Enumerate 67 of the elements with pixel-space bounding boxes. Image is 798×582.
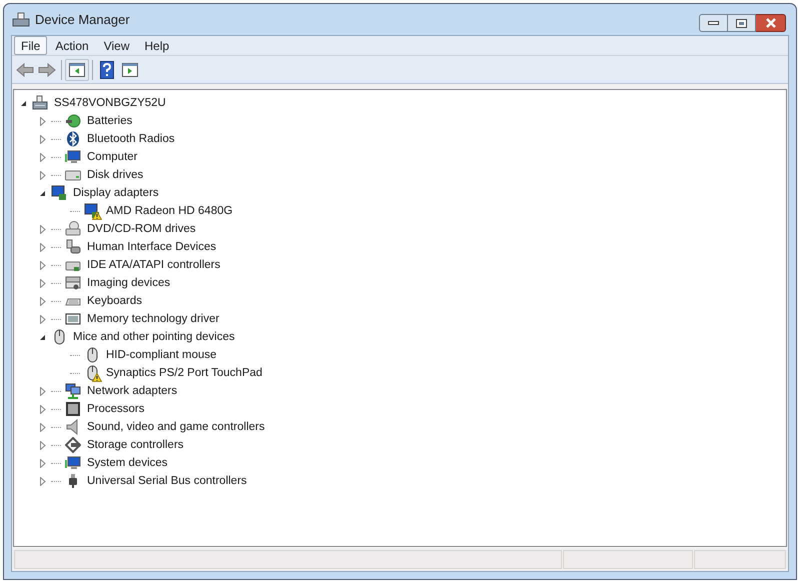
tree-item[interactable]: Sound, video and game controllers — [85, 419, 267, 435]
close-icon — [764, 18, 776, 28]
monitor-icon — [65, 455, 81, 471]
tree-item[interactable]: Memory technology driver — [85, 311, 222, 327]
tree-item[interactable]: Human Interface Devices — [85, 239, 218, 255]
window-title: Device Manager — [35, 10, 130, 29]
tree-item[interactable]: Universal Serial Bus controllers — [85, 473, 249, 489]
tree-item[interactable]: Keyboards — [85, 293, 144, 309]
menu-item[interactable]: Action — [48, 36, 96, 55]
controller-icon — [65, 239, 81, 255]
expand-arrow-icon[interactable] — [40, 440, 46, 450]
collapse-arrow-icon[interactable] — [20, 100, 27, 106]
storage-icon — [65, 437, 81, 453]
menu-item[interactable]: Help — [138, 36, 176, 55]
app-icon — [12, 12, 30, 28]
tree-item[interactable]: Synaptics PS/2 Port TouchPad — [104, 365, 264, 381]
expand-arrow-icon[interactable] — [40, 458, 46, 468]
close-button[interactable] — [756, 14, 786, 32]
menu-item[interactable]: File — [14, 36, 48, 55]
tree-item[interactable]: Imaging devices — [85, 275, 172, 291]
menu-item[interactable]: View — [96, 36, 136, 55]
tree-item[interactable]: AMD Radeon HD 6480G — [104, 203, 235, 219]
expand-arrow-icon[interactable] — [40, 314, 46, 324]
tree-item[interactable]: Disk drives — [85, 167, 146, 183]
tree-item[interactable]: Network adapters — [85, 383, 180, 399]
expand-arrow-icon[interactable] — [40, 152, 46, 162]
expand-arrow-icon[interactable] — [40, 242, 46, 252]
tree-item[interactable]: DVD/CD-ROM drives — [85, 221, 198, 237]
show-hide-console-tree-button[interactable] — [65, 58, 89, 80]
collapse-arrow-icon[interactable] — [39, 334, 46, 340]
maximize-button[interactable] — [728, 14, 756, 32]
tree-item[interactable]: Display adapters — [71, 185, 161, 201]
tree-item[interactable]: Processors — [85, 401, 147, 417]
tree-item[interactable]: IDE ATA/ATAPI controllers — [85, 257, 222, 273]
tree-item[interactable]: Batteries — [85, 113, 134, 129]
drive-icon — [65, 221, 81, 237]
tree-item[interactable]: Computer — [85, 149, 140, 165]
expand-arrow-icon[interactable] — [40, 260, 46, 270]
bluetooth-icon — [65, 131, 81, 147]
minimize-icon — [708, 21, 719, 25]
tree-item[interactable]: System devices — [85, 455, 170, 471]
network-icon — [65, 383, 81, 399]
expand-arrow-icon[interactable] — [40, 296, 46, 306]
tree-item[interactable]: SS478VONBGZY52U — [52, 95, 168, 111]
monitor-icon — [51, 185, 67, 201]
tree-item[interactable]: Mice and other pointing devices — [71, 329, 237, 345]
maximize-icon — [736, 18, 747, 28]
expand-arrow-icon[interactable] — [40, 386, 46, 396]
expand-arrow-icon[interactable] — [40, 224, 46, 234]
monitor-icon — [65, 149, 81, 165]
expand-arrow-icon[interactable] — [40, 134, 46, 144]
tree-item[interactable]: Bluetooth Radios — [85, 131, 177, 147]
expand-arrow-icon[interactable] — [40, 116, 46, 126]
expand-arrow-icon[interactable] — [40, 422, 46, 432]
expand-arrow-icon[interactable] — [40, 404, 46, 414]
battery-icon — [65, 113, 81, 129]
collapse-arrow-icon[interactable] — [39, 190, 46, 196]
expand-arrow-icon[interactable] — [40, 278, 46, 288]
memory-card-icon — [65, 311, 81, 327]
chip-icon — [65, 401, 81, 417]
tree-item[interactable]: Storage controllers — [85, 437, 186, 453]
tree-item[interactable]: HID-compliant mouse — [104, 347, 219, 363]
minimize-button[interactable] — [699, 14, 728, 32]
expand-arrow-icon[interactable] — [40, 476, 46, 486]
computer-icon — [32, 95, 48, 111]
scanner-icon — [65, 275, 81, 291]
expand-arrow-icon[interactable] — [40, 170, 46, 180]
